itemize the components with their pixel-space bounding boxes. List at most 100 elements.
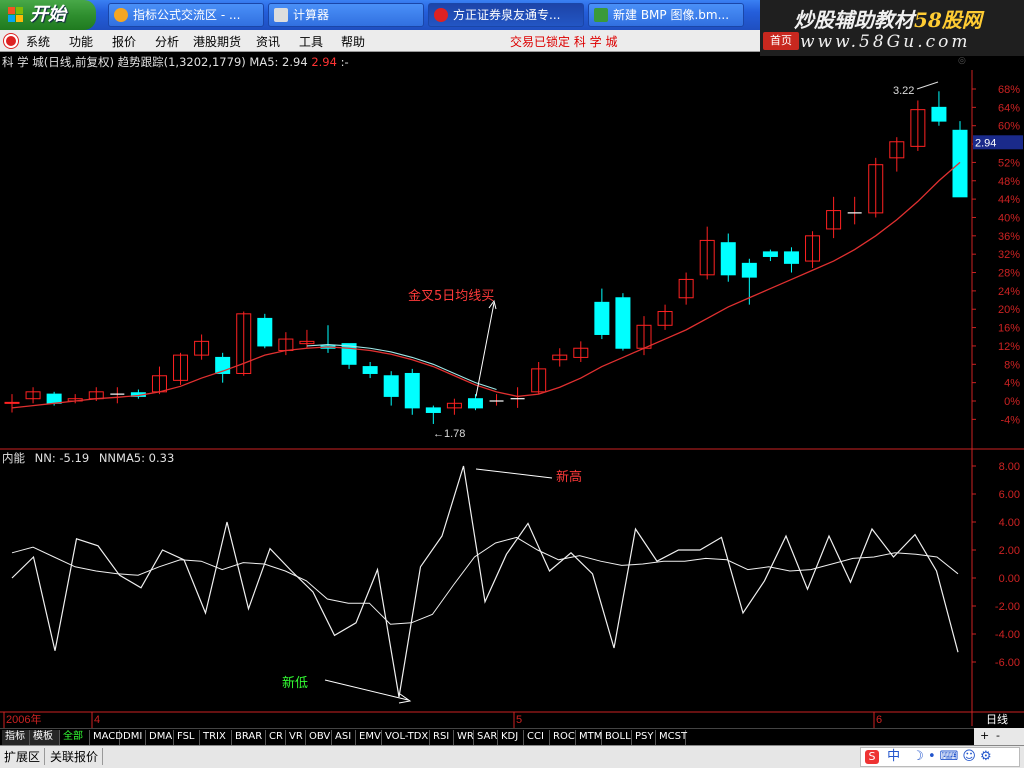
ime-keyboard-icon: ⌨	[939, 749, 963, 764]
candle-body-down	[467, 398, 483, 409]
tab-psy[interactable]: PSY	[632, 730, 656, 745]
y-tick-label: 40%	[998, 212, 1020, 224]
golden-cross-label: 金叉5日均线买	[408, 288, 494, 304]
windows-logo-icon	[8, 7, 24, 23]
menu-help[interactable]: 帮助	[341, 33, 365, 50]
candle-body-down	[762, 251, 778, 257]
x-tick-label: 6	[876, 714, 882, 726]
tab-wr[interactable]: WR	[454, 730, 474, 745]
taskbar-task-calculator[interactable]: 计算器	[268, 3, 424, 27]
expand-area-button[interactable]: 扩展区	[4, 748, 46, 765]
tab-roc[interactable]: ROC	[550, 730, 576, 745]
new-high-label: 新高	[556, 469, 582, 485]
paint-icon	[594, 8, 608, 22]
y-tick-label: 28%	[998, 268, 1020, 280]
start-label: 开始	[30, 4, 66, 25]
low-price-label: ←1.78	[433, 428, 465, 440]
peak-price-label: 3.22	[893, 85, 914, 97]
desktop: 开始 指标公式交流区 - ... 计算器 方正证券泉友通专... 新建 BMP …	[0, 0, 1024, 768]
candle-body-down	[615, 297, 631, 349]
tab-obv[interactable]: OBV	[306, 730, 332, 745]
y-tick-label: 68%	[998, 84, 1020, 96]
tab-boll[interactable]: BOLL	[602, 730, 632, 745]
ma5-label: MA5: 2.94	[249, 55, 308, 69]
ime-dot-icon: •	[927, 749, 940, 764]
indicator-name: 内能	[2, 451, 25, 465]
tab-模板[interactable]: 模板	[30, 730, 60, 745]
chart-corner-icon[interactable]: ◎	[958, 56, 966, 66]
tab-kdj[interactable]: KDJ	[498, 730, 524, 745]
tab-mtm[interactable]: MTM	[576, 730, 602, 745]
new-high-arrow	[475, 468, 553, 479]
tab-全部[interactable]: 全部	[60, 730, 90, 745]
menu-hk-futures[interactable]: 港股期货	[193, 33, 241, 50]
y-tick-label: -6.00	[995, 657, 1020, 669]
tab-add-button[interactable]: +	[980, 729, 989, 742]
chart-area[interactable]: 68%64%60%56%52%48%44%40%36%32%28%24%20%1…	[0, 70, 1024, 728]
candle-body-down	[952, 129, 968, 198]
candle-body-down	[46, 393, 62, 404]
x-tick-label: 5	[516, 714, 522, 726]
y-tick-label: 60%	[998, 121, 1020, 133]
tab-emv[interactable]: EMV	[356, 730, 382, 745]
y-tick-label: -2.00	[995, 601, 1020, 613]
last-price-value: 2.94	[975, 137, 996, 149]
tab-brar[interactable]: BRAR	[232, 730, 266, 745]
tab-fsl[interactable]: FSL	[174, 730, 200, 745]
tab-macd[interactable]: MACD	[90, 730, 123, 745]
candle-body-down	[594, 301, 610, 335]
task-label: 方正证券泉友通专...	[453, 8, 561, 22]
trade-lock-status: 交易已锁定 科 学 城	[510, 35, 618, 49]
ime-user-icon: ☺	[962, 749, 980, 764]
tab-rsi[interactable]: RSI	[430, 730, 454, 745]
tab-cr[interactable]: CR	[266, 730, 286, 745]
tab-vr[interactable]: VR	[286, 730, 306, 745]
new-low-arrow	[324, 679, 409, 701]
tab-指标[interactable]: 指标	[2, 730, 30, 745]
stock-title: 科 学 城(日线,前复权)	[2, 55, 114, 69]
tab-asi[interactable]: ASI	[332, 730, 356, 745]
menu-function[interactable]: 功能	[69, 33, 93, 50]
menu-analysis[interactable]: 分析	[155, 33, 179, 50]
candle-body-down	[783, 251, 799, 264]
ime-settings-icon: ⚙	[979, 749, 996, 764]
ma5-tail: :-	[340, 55, 349, 69]
candle-body-down	[257, 317, 273, 347]
peak-arrow	[916, 81, 939, 90]
taskbar-task-forum[interactable]: 指标公式交流区 - ...	[108, 3, 264, 27]
watermark-url: www.58Gu.com	[800, 32, 971, 52]
forum-icon	[114, 8, 128, 22]
tab-cci[interactable]: CCI	[524, 730, 550, 745]
candle-body-up	[4, 401, 20, 404]
tab-sar[interactable]: SAR	[474, 730, 498, 745]
taskbar-task-stock-app[interactable]: 方正证券泉友通专...	[428, 3, 584, 27]
tab-dma[interactable]: DMA	[146, 730, 174, 745]
tab-trix[interactable]: TRIX	[200, 730, 232, 745]
tab-mcst[interactable]: MCST	[656, 730, 687, 745]
menu-tools[interactable]: 工具	[299, 33, 323, 50]
candle-body-down	[741, 262, 757, 278]
tab-remove-button[interactable]: -	[996, 729, 1000, 742]
ma5-value: 2.94	[311, 55, 337, 69]
candle-body-down	[425, 407, 441, 413]
status-bar: 扩展区 关联报价 S 中 ☽•⌨☺⚙	[0, 745, 1024, 768]
watermark-text: 炒股辅助教材	[794, 8, 914, 32]
menu-quote[interactable]: 报价	[112, 33, 136, 50]
start-button[interactable]: 开始	[0, 0, 96, 30]
watermark: 炒股辅助教材58股网 www.58Gu.com	[760, 0, 1024, 56]
y-tick-label: 12%	[998, 341, 1020, 353]
related-quote-button[interactable]: 关联报价	[50, 748, 104, 765]
app-logo-icon	[4, 34, 18, 48]
nnma-value: NNMA5: 0.33	[98, 451, 175, 465]
menu-system[interactable]: 系统	[26, 33, 50, 50]
tab-vol-tdx[interactable]: VOL-TDX	[382, 730, 430, 745]
ime-toolbar[interactable]: S 中 ☽•⌨☺⚙	[860, 747, 1020, 767]
taskbar-task-paint[interactable]: 新建 BMP 图像.bm...	[588, 3, 744, 27]
trend-line-down	[306, 344, 497, 391]
home-button[interactable]: 首页	[763, 32, 799, 50]
y-tick-label: 4%	[1004, 378, 1020, 390]
indicator-tab-bar: 指标 模板 全部 MACD DMI DMA FSL TRIX BRAR CR VR OBV ASI EMV…	[0, 728, 1024, 745]
ime-mode: 中	[887, 749, 905, 764]
menu-info[interactable]: 资讯	[256, 33, 280, 50]
tab-dmi[interactable]: DMI	[120, 730, 146, 745]
